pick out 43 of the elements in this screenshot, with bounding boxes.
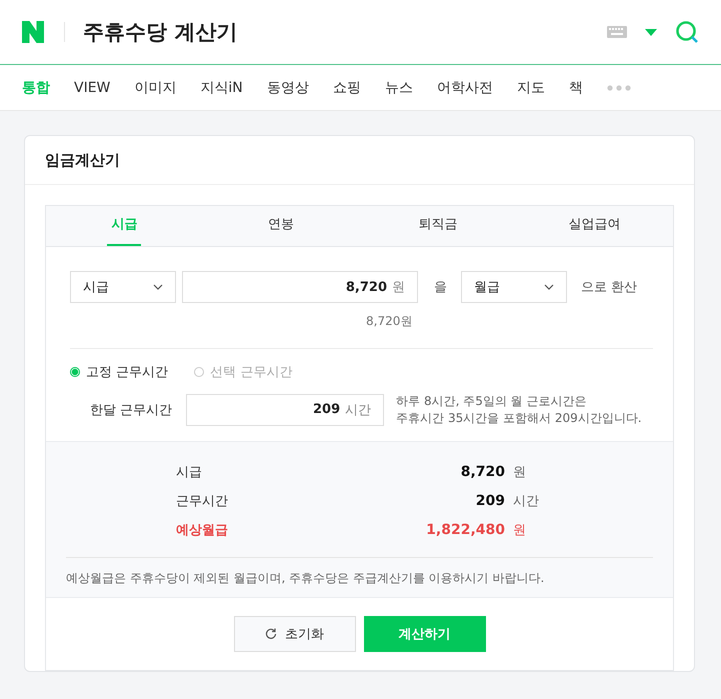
calculator-tab[interactable]: 퇴직금 bbox=[414, 206, 462, 246]
caret-icon[interactable] bbox=[645, 28, 657, 36]
result-label: 근무시간 bbox=[176, 493, 228, 510]
result-value: 1,822,480 bbox=[426, 522, 505, 538]
target-select[interactable]: 월급 bbox=[461, 271, 567, 303]
nav-tab[interactable]: 지식iN bbox=[200, 78, 243, 96]
nav-tab[interactable]: 어학사전 bbox=[436, 78, 493, 96]
notice-text: 예상월급은 주휴수당이 제외된 월급이며, 주휴수당은 주급계산기를 이용하시기 바랍니다. bbox=[66, 570, 546, 587]
amount-field[interactable]: 8,720 원 bbox=[182, 271, 418, 303]
keyboard-icon[interactable] bbox=[607, 26, 627, 38]
nav-tab[interactable]: VIEW bbox=[74, 80, 110, 96]
particle-label: 을 bbox=[434, 279, 447, 296]
hours-field[interactable]: 209 시간 bbox=[186, 394, 384, 426]
card-title: 임금계산기 bbox=[25, 136, 694, 185]
search-icon[interactable] bbox=[675, 20, 699, 44]
chevron-down-icon bbox=[153, 284, 163, 290]
naver-logo-icon[interactable] bbox=[22, 21, 44, 43]
result-label: 예상월급 bbox=[176, 522, 228, 540]
nav-tab[interactable]: 뉴스 bbox=[384, 78, 413, 96]
suffix-label: 으로 환산 bbox=[581, 279, 638, 296]
chevron-down-icon bbox=[544, 284, 554, 290]
more-icon[interactable] bbox=[606, 84, 631, 90]
page-title: 주휴수당 계산기 bbox=[83, 19, 238, 46]
result-unit: 시간 bbox=[513, 493, 540, 510]
work-mode-radio[interactable]: 고정 근무시간 bbox=[70, 363, 168, 381]
result-value: 209 bbox=[476, 493, 505, 510]
result-value: 8,720 bbox=[460, 464, 505, 480]
hours-note: 하루 8시간, 주5일의 월 근로시간은 주휴시간 35시간을 포함해서 209시간입니다. bbox=[396, 393, 642, 427]
result-unit: 원 bbox=[513, 522, 527, 540]
result-label: 시급 bbox=[176, 464, 202, 482]
reset-button[interactable]: 초기화 bbox=[234, 616, 356, 652]
calculator-tab[interactable]: 연봉 bbox=[264, 206, 298, 246]
nav-tab[interactable]: 지도 bbox=[516, 78, 545, 96]
unit-select[interactable]: 시급 bbox=[70, 271, 176, 303]
result-unit: 원 bbox=[513, 464, 527, 482]
nav-tab[interactable]: 이미지 bbox=[134, 78, 176, 96]
nav-tab[interactable]: 책 bbox=[568, 78, 583, 96]
calculator-tab[interactable]: 실업급여 bbox=[564, 206, 625, 246]
hours-label: 한달 근무시간 bbox=[90, 402, 172, 419]
nav-tab[interactable]: 쇼핑 bbox=[332, 78, 361, 96]
amount-preview: 8,720원 bbox=[365, 313, 414, 330]
nav-tab[interactable]: 동영상 bbox=[266, 78, 309, 96]
refresh-icon bbox=[265, 628, 277, 640]
